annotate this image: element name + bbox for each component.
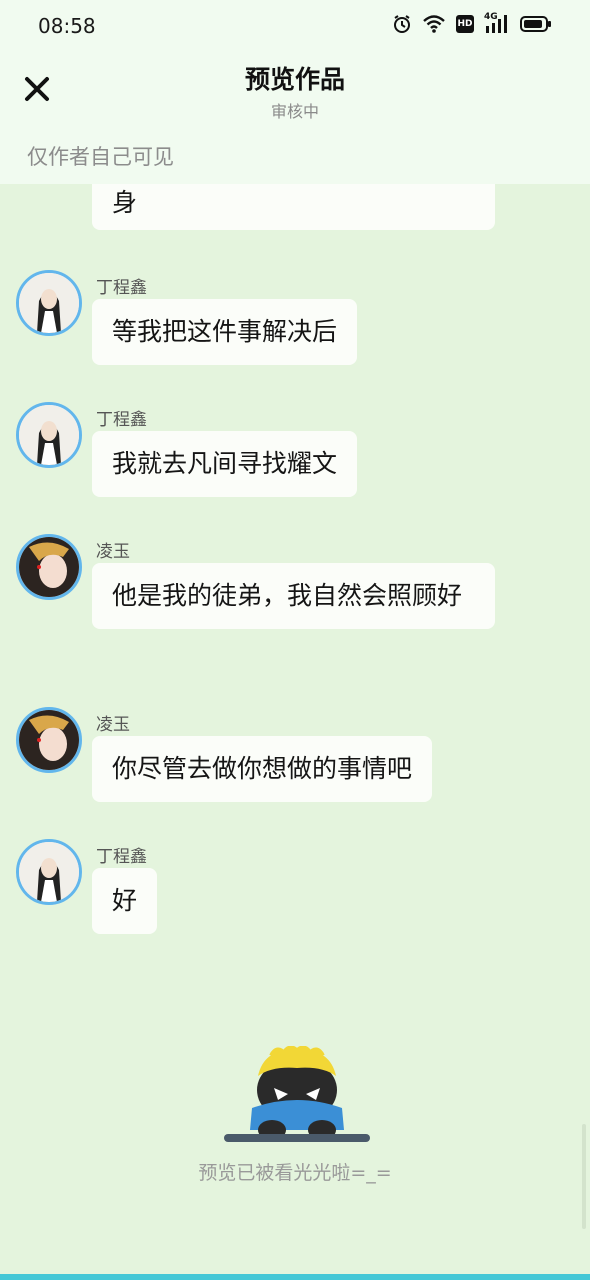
sender-name: 丁程鑫 [96, 410, 147, 430]
battery-icon [520, 16, 551, 32]
message-bubble: 你尽管去做你想做的事情吧 [92, 736, 433, 802]
bottom-accent-bar [0, 1274, 590, 1280]
sender-name: 凌玉 [96, 542, 130, 562]
avatar-dingchengxin[interactable] [16, 270, 82, 336]
sender-name: 凌玉 [96, 715, 130, 735]
signal-icon: 4G [484, 12, 510, 34]
status-icons: HD 4G [392, 12, 552, 34]
alarm-icon [394, 15, 410, 33]
avatar-dingchengxin[interactable] [16, 839, 82, 905]
mascot-illustration [224, 1046, 370, 1142]
empty-message: 预览已被看光光啦=_= [198, 1162, 392, 1184]
message-bubble: 他是我的徒弟，我自然会照顾好 [92, 563, 495, 629]
hd-icon: HD [456, 15, 474, 33]
avatar-lingyu[interactable] [16, 534, 82, 600]
avatar-lingyu[interactable] [16, 707, 82, 773]
message-bubble: 好 [92, 868, 158, 934]
message-bubble: 我就去凡间寻找耀文 [92, 431, 358, 497]
status-time: 08:58 [38, 14, 96, 38]
scrollbar[interactable] [582, 1124, 586, 1229]
sender-name: 丁程鑫 [96, 847, 147, 867]
sender-name: 丁程鑫 [96, 278, 147, 298]
review-status: 审核中 [270, 102, 319, 121]
chat-list[interactable]: 身 丁程鑫 等我把这件事解决后 丁程鑫 我就去凡间寻找耀文 凌玉 他是我的徒弟，… [0, 184, 590, 984]
hd-label: HD [457, 19, 473, 29]
header: 08:58 HD 4G 预览作品 审核中 仅作者自己可见 [0, 0, 590, 184]
visibility-note: 仅作者自己可见 [27, 145, 174, 169]
page-title: 预览作品 [244, 65, 345, 94]
wifi-icon [423, 15, 445, 33]
message-bubble: 身 [92, 184, 495, 230]
message-bubble: 等我把这件事解决后 [92, 299, 358, 365]
avatar-dingchengxin[interactable] [16, 402, 82, 468]
